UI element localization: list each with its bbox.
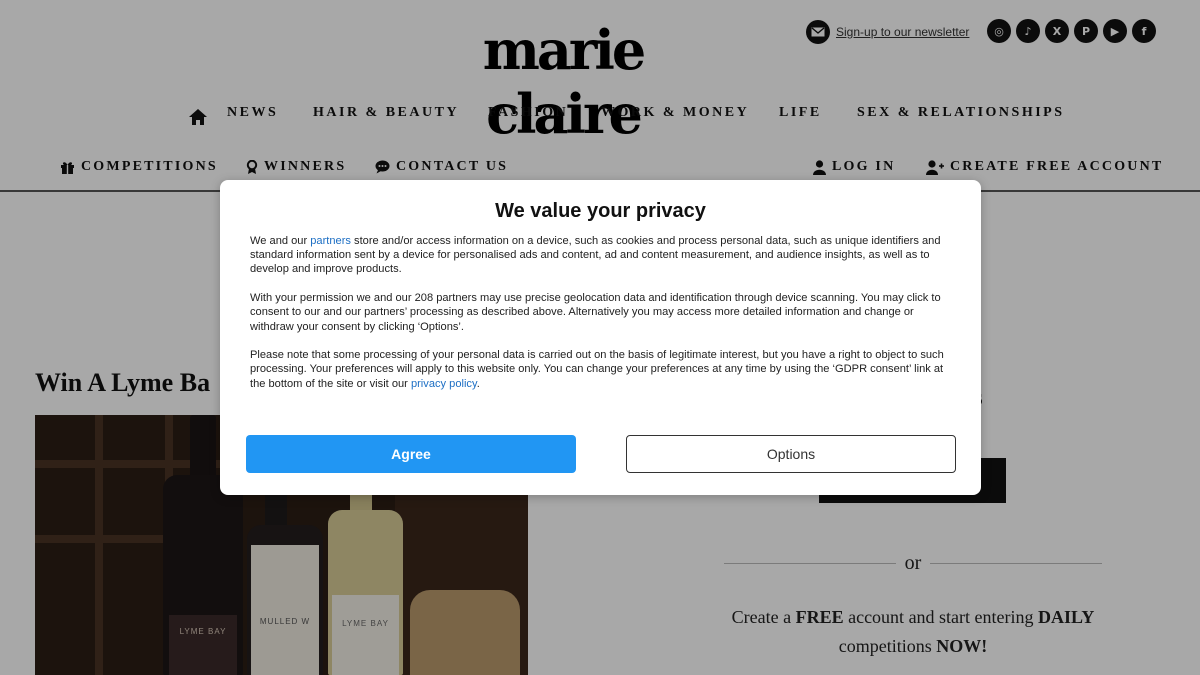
consent-paragraph-3: Please note that some processing of your… [250, 348, 955, 391]
partners-link[interactable]: partners [310, 235, 351, 247]
dialog-title: We value your privacy [495, 200, 706, 222]
consent-paragraph-1: We and our partners store and/or access … [250, 234, 955, 277]
consent-paragraph-2: With your permission we and our 208 part… [250, 292, 941, 333]
dialog-body: We and our partners store and/or access … [250, 234, 955, 405]
options-button[interactable]: Options [626, 435, 956, 473]
consent-text: We and our [250, 235, 311, 247]
consent-text: Please note that some processing of your… [250, 349, 944, 390]
privacy-policy-link[interactable]: privacy policy [411, 378, 477, 390]
privacy-consent-dialog: We value your privacy We and our partner… [220, 180, 981, 495]
agree-button[interactable]: Agree [246, 435, 576, 473]
consent-text: store and/or access information on a dev… [250, 235, 941, 276]
consent-text: . [476, 377, 480, 390]
